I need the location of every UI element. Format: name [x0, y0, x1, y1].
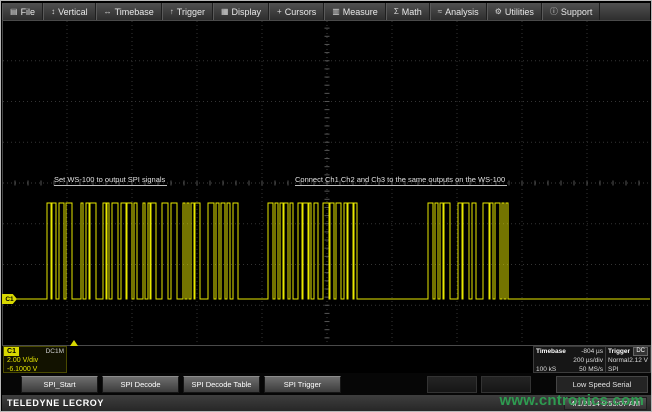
aux-button[interactable]	[427, 376, 477, 393]
annotation-callout: Connect Ch1 Ch2 and Ch3 to the same outp…	[295, 175, 507, 186]
channel-tab: C1	[4, 347, 19, 356]
trigger-label: Trigger	[608, 347, 630, 356]
menu-bar: ▤File↕Vertical↔Timebase↑Trigger▦Display+…	[2, 3, 650, 20]
channel-header: C1 DC1M	[4, 347, 66, 356]
serial-mode-label[interactable]: Low Speed Serial	[556, 376, 648, 393]
spi-trigger-button[interactable]: SPI Trigger	[264, 376, 341, 393]
menu-file[interactable]: ▤File	[2, 3, 43, 20]
channel-descriptor[interactable]: C1 DC1M 2.00 V/div -6.1000 V	[3, 346, 67, 373]
menu-label: Support	[561, 7, 593, 17]
analysis-wave-icon: ≈	[438, 7, 442, 16]
menu-label: Utilities	[505, 7, 534, 17]
trigger-level: 2.12 V	[629, 356, 648, 365]
menu-timebase[interactable]: ↔Timebase	[96, 3, 162, 20]
menu-label: Display	[232, 7, 262, 17]
oscilloscope-window: ▤File↕Vertical↔Timebase↑Trigger▦Display+…	[0, 0, 652, 412]
menu-label: Measure	[343, 7, 378, 17]
vertical-arrows-icon: ↕	[51, 7, 55, 16]
menu-label: Timebase	[115, 7, 154, 17]
channel-scale: 2.00 V/div	[4, 356, 66, 365]
spi-decode-button[interactable]: SPI Decode	[102, 376, 179, 393]
waveform-display: C1 Set WS-100 to output SPI signalsConne…	[2, 20, 652, 346]
menu-utilities[interactable]: ⚙Utilities	[487, 3, 542, 20]
menu-cursors[interactable]: +Cursors	[269, 3, 324, 20]
brand-logo: TELEDYNE LECROY	[7, 398, 104, 408]
math-icon: Σ	[394, 7, 399, 16]
annotation-callout: Set WS-100 to output SPI signals	[54, 175, 167, 186]
spi-decode-table-button[interactable]: SPI Decode Table	[183, 376, 260, 393]
menu-vertical[interactable]: ↕Vertical	[43, 3, 96, 20]
timebase-descriptor[interactable]: Timebase -804 µs 200 µs/div 100 kS 50 MS…	[533, 346, 606, 373]
timebase-label: Timebase	[536, 347, 566, 356]
aux-button[interactable]	[481, 376, 531, 393]
menu-math[interactable]: ΣMath	[386, 3, 430, 20]
menu-label: Analysis	[445, 7, 479, 17]
horizontal-arrows-icon: ↔	[104, 7, 112, 16]
menu-label: Trigger	[177, 7, 205, 17]
cursors-cross-icon: +	[277, 7, 282, 16]
watermark: www.cntronics.com	[499, 392, 644, 409]
trigger-arrow-icon: ↑	[170, 7, 174, 16]
utilities-gear-icon: ⚙	[495, 7, 502, 16]
support-info-icon: ⓘ	[550, 6, 558, 17]
menu-label: Cursors	[285, 7, 317, 17]
descriptor-row: C1 DC1M 2.00 V/div -6.1000 V Timebase -8…	[2, 346, 652, 373]
timebase-scale: 200 µs/div	[573, 356, 603, 365]
menu-support[interactable]: ⓘSupport	[542, 3, 601, 20]
trigger-coupling-badge: DC	[633, 347, 648, 356]
menu-analysis[interactable]: ≈Analysis	[430, 3, 487, 20]
channel-coupling: DC1M	[46, 348, 66, 355]
menu-label: File	[21, 7, 36, 17]
timebase-delay: -804 µs	[581, 347, 603, 356]
menu-label: Vertical	[58, 7, 88, 17]
trigger-descriptor[interactable]: Trigger DC Normal 2.12 V SPI	[606, 346, 651, 373]
menu-trigger[interactable]: ↑Trigger	[162, 3, 213, 20]
spi-start-button[interactable]: SPI_Start	[21, 376, 98, 393]
trigger-mode: Normal	[608, 356, 629, 365]
measure-icon: ▥	[332, 7, 340, 16]
display-grid-icon: ▦	[221, 7, 229, 16]
file-icon: ▤	[10, 7, 18, 16]
menu-measure[interactable]: ▥Measure	[324, 3, 386, 20]
menu-label: Math	[402, 7, 422, 17]
menu-display[interactable]: ▦Display	[213, 3, 269, 20]
